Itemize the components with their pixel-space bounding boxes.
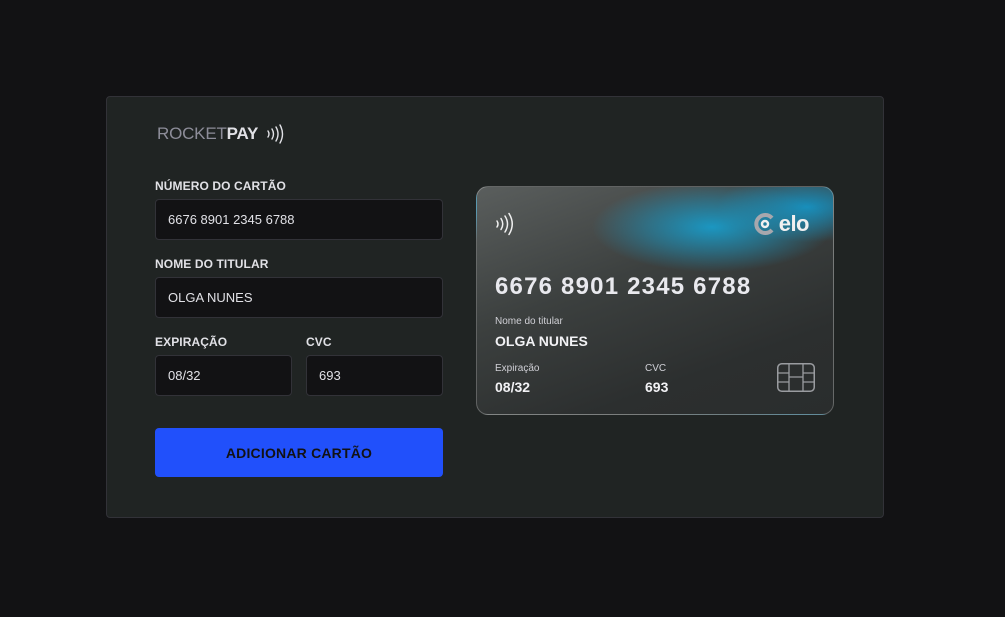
expiration-input[interactable]: 08/32 <box>155 355 292 396</box>
add-card-panel: ROCKET PAY NÚMERO DO CARTÃO 6676 8901 234… <box>106 96 884 518</box>
holder-name-input[interactable]: OLGA NUNES <box>155 277 443 318</box>
holder-name-label: NOME DO TITULAR <box>155 257 269 271</box>
cvc-input[interactable]: 693 <box>306 355 443 396</box>
elo-logo: elo <box>753 211 810 237</box>
card-holder-label: Nome do titular <box>495 316 563 327</box>
card-holder-value: OLGA NUNES <box>495 333 588 349</box>
cvc-label: CVC <box>306 335 332 349</box>
card-number-input[interactable]: 6676 8901 2345 6788 <box>155 199 443 240</box>
card-expiration-value: 08/32 <box>495 379 531 395</box>
elo-logo-icon <box>754 213 774 235</box>
card-contactless-icon <box>496 212 513 236</box>
contactless-icon <box>267 124 284 144</box>
logo-text-light: ROCKET <box>157 124 227 143</box>
card-number-label: NÚMERO DO CARTÃO <box>155 179 286 193</box>
card-brand-name: elo <box>778 211 810 236</box>
card-cvc-value: 693 <box>645 379 669 395</box>
add-card-button[interactable]: ADICIONAR CARTÃO <box>155 428 443 477</box>
card-number-display: 6676 8901 2345 6788 <box>495 273 752 300</box>
card-cvc-label: CVC <box>645 363 667 374</box>
chip-icon <box>777 363 815 392</box>
expiration-label: EXPIRAÇÃO <box>155 335 228 349</box>
card-expiration-label: Expiração <box>495 363 540 374</box>
card-preview: elo 6676 8901 2345 6788 Nome do titular … <box>476 186 834 415</box>
logo-text-bold: PAY <box>226 124 259 143</box>
rocketpay-logo: ROCKET PAY <box>157 124 284 144</box>
